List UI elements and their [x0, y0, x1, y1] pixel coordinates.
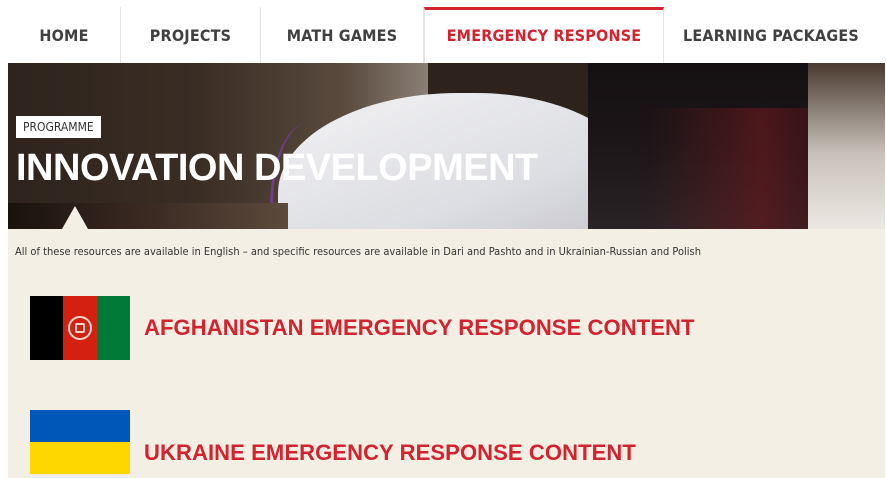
page-title: INNOVATION DEVELOPMENT — [16, 147, 538, 189]
nav-item-learning-packages[interactable]: LEARNING PACKAGES — [664, 7, 878, 63]
afghanistan-section-link[interactable]: AFGHANISTAN EMERGENCY RESPONSE CONTENT — [144, 315, 695, 341]
nav-item-projects[interactable]: PROJECTS — [121, 7, 261, 63]
ukraine-section[interactable]: UKRAINE EMERGENCY RESPONSE CONTENT — [30, 410, 636, 474]
hero-photo-bottom — [8, 203, 288, 229]
ukraine-section-link[interactable]: UKRAINE EMERGENCY RESPONSE CONTENT — [144, 440, 636, 466]
main-nav: HOME PROJECTS MATH GAMES EMERGENCY RESPO… — [8, 7, 878, 63]
programme-tag: PROGRAMME — [16, 116, 101, 138]
afghanistan-flag-icon — [30, 296, 130, 360]
hero-photo-right — [808, 63, 885, 229]
nav-item-emergency-response[interactable]: EMERGENCY RESPONSE — [424, 7, 664, 63]
resources-info-text: All of these resources are available in … — [15, 245, 701, 258]
ukraine-flag-icon — [30, 410, 130, 474]
hero-banner: PROGRAMME INNOVATION DEVELOPMENT — [8, 63, 885, 229]
nav-item-home[interactable]: HOME — [8, 7, 121, 63]
nav-item-math-games[interactable]: MATH GAMES — [261, 7, 424, 63]
afghanistan-emblem-icon — [68, 316, 93, 340]
hero-notch — [62, 206, 88, 229]
afghanistan-section[interactable]: AFGHANISTAN EMERGENCY RESPONSE CONTENT — [30, 296, 695, 360]
content-area: All of these resources are available in … — [8, 229, 885, 478]
